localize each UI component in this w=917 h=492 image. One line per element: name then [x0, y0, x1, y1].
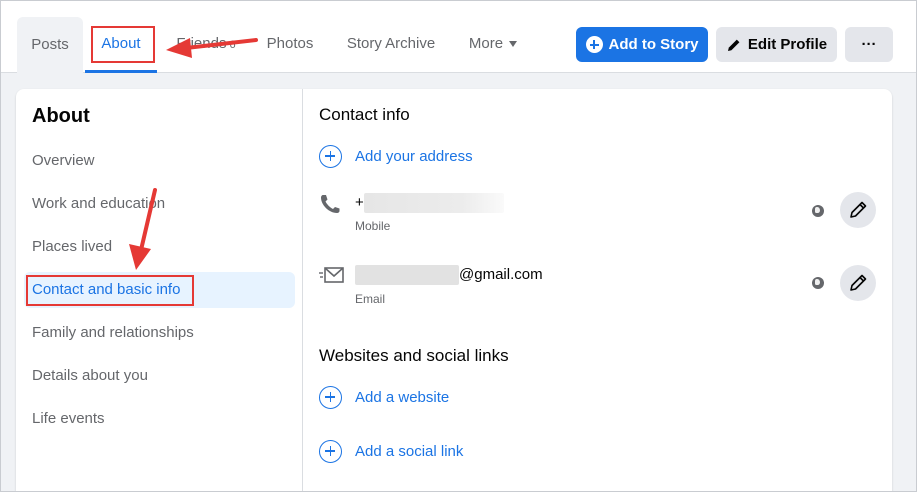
- tab-photos[interactable]: Photos: [251, 17, 329, 71]
- pencil-icon: [727, 39, 740, 51]
- sidebar-item-family-relationships[interactable]: Family and relationships: [24, 315, 295, 351]
- add-social-label: Add a social link: [355, 442, 464, 460]
- contact-info-title: Contact info: [319, 105, 410, 124]
- add-circle-icon: [319, 439, 342, 463]
- profile-tab-bar: Posts About Friends 6 Photos Story Archiv…: [1, 1, 916, 73]
- edit-profile-button[interactable]: Edit Profile: [716, 27, 837, 62]
- email-suffix: @gmail.com: [459, 265, 543, 283]
- more-options-button[interactable]: ···: [845, 27, 893, 62]
- tab-more-label: More: [468, 35, 504, 52]
- sidebar-item-overview[interactable]: Overview: [24, 143, 295, 179]
- email-icon: [319, 267, 344, 283]
- add-to-story-button[interactable]: Add to Story: [576, 27, 708, 62]
- phone-prefix: +: [355, 193, 364, 211]
- add-website-label: Add a website: [355, 388, 450, 406]
- about-sidebar: About Overview Work and education Places…: [16, 89, 303, 492]
- phone-redaction: [363, 193, 504, 213]
- pencil-icon: [850, 274, 867, 291]
- add-to-story-label: Add to Story: [608, 36, 699, 53]
- sidebar-title: About: [32, 105, 90, 127]
- add-circle-icon: [319, 385, 342, 409]
- sidebar-item-contact-info[interactable]: Contact and basic info: [24, 272, 295, 308]
- phone-type-label: Mobile: [355, 219, 391, 233]
- add-social-link[interactable]: Add a social link: [319, 439, 463, 463]
- about-card: About Overview Work and education Places…: [16, 89, 892, 492]
- email-type-label: Email: [355, 292, 386, 306]
- sidebar-item-work-education[interactable]: Work and education: [24, 186, 295, 222]
- sidebar-item-details-about-you[interactable]: Details about you: [24, 358, 295, 394]
- sidebar-item-life-events[interactable]: Life events: [24, 401, 295, 437]
- globe-icon: [812, 205, 824, 217]
- phone-icon: [321, 195, 340, 213]
- tab-posts[interactable]: Posts: [17, 17, 83, 73]
- edit-phone-button[interactable]: [840, 192, 876, 228]
- add-address-link[interactable]: Add your address: [319, 144, 473, 168]
- ellipsis-icon: ···: [861, 36, 877, 53]
- add-website-link[interactable]: Add a website: [319, 385, 449, 409]
- tab-more[interactable]: More: [453, 17, 533, 71]
- add-circle-icon: [319, 144, 342, 168]
- tab-about[interactable]: About: [85, 17, 157, 73]
- sidebar-item-places-lived[interactable]: Places lived: [24, 229, 295, 265]
- friends-count: 6: [229, 39, 236, 51]
- edit-profile-label: Edit Profile: [747, 36, 828, 53]
- caret-down-icon: [509, 41, 518, 48]
- about-content: Contact info Add your address + Mobile @…: [319, 89, 892, 492]
- tab-story-archive[interactable]: Story Archive: [331, 17, 451, 71]
- edit-email-button[interactable]: [840, 265, 876, 301]
- websites-title: Websites and social links: [319, 346, 509, 365]
- email-redaction: [355, 265, 459, 285]
- phone-value: +: [355, 193, 504, 213]
- pencil-icon: [850, 201, 867, 218]
- tab-friends-label: Friends: [176, 35, 227, 52]
- globe-icon: [812, 277, 824, 289]
- add-address-label: Add your address: [355, 147, 473, 165]
- email-value: @gmail.com: [355, 265, 543, 285]
- tab-friends[interactable]: Friends 6: [161, 17, 251, 71]
- plus-circle-icon: [585, 36, 603, 53]
